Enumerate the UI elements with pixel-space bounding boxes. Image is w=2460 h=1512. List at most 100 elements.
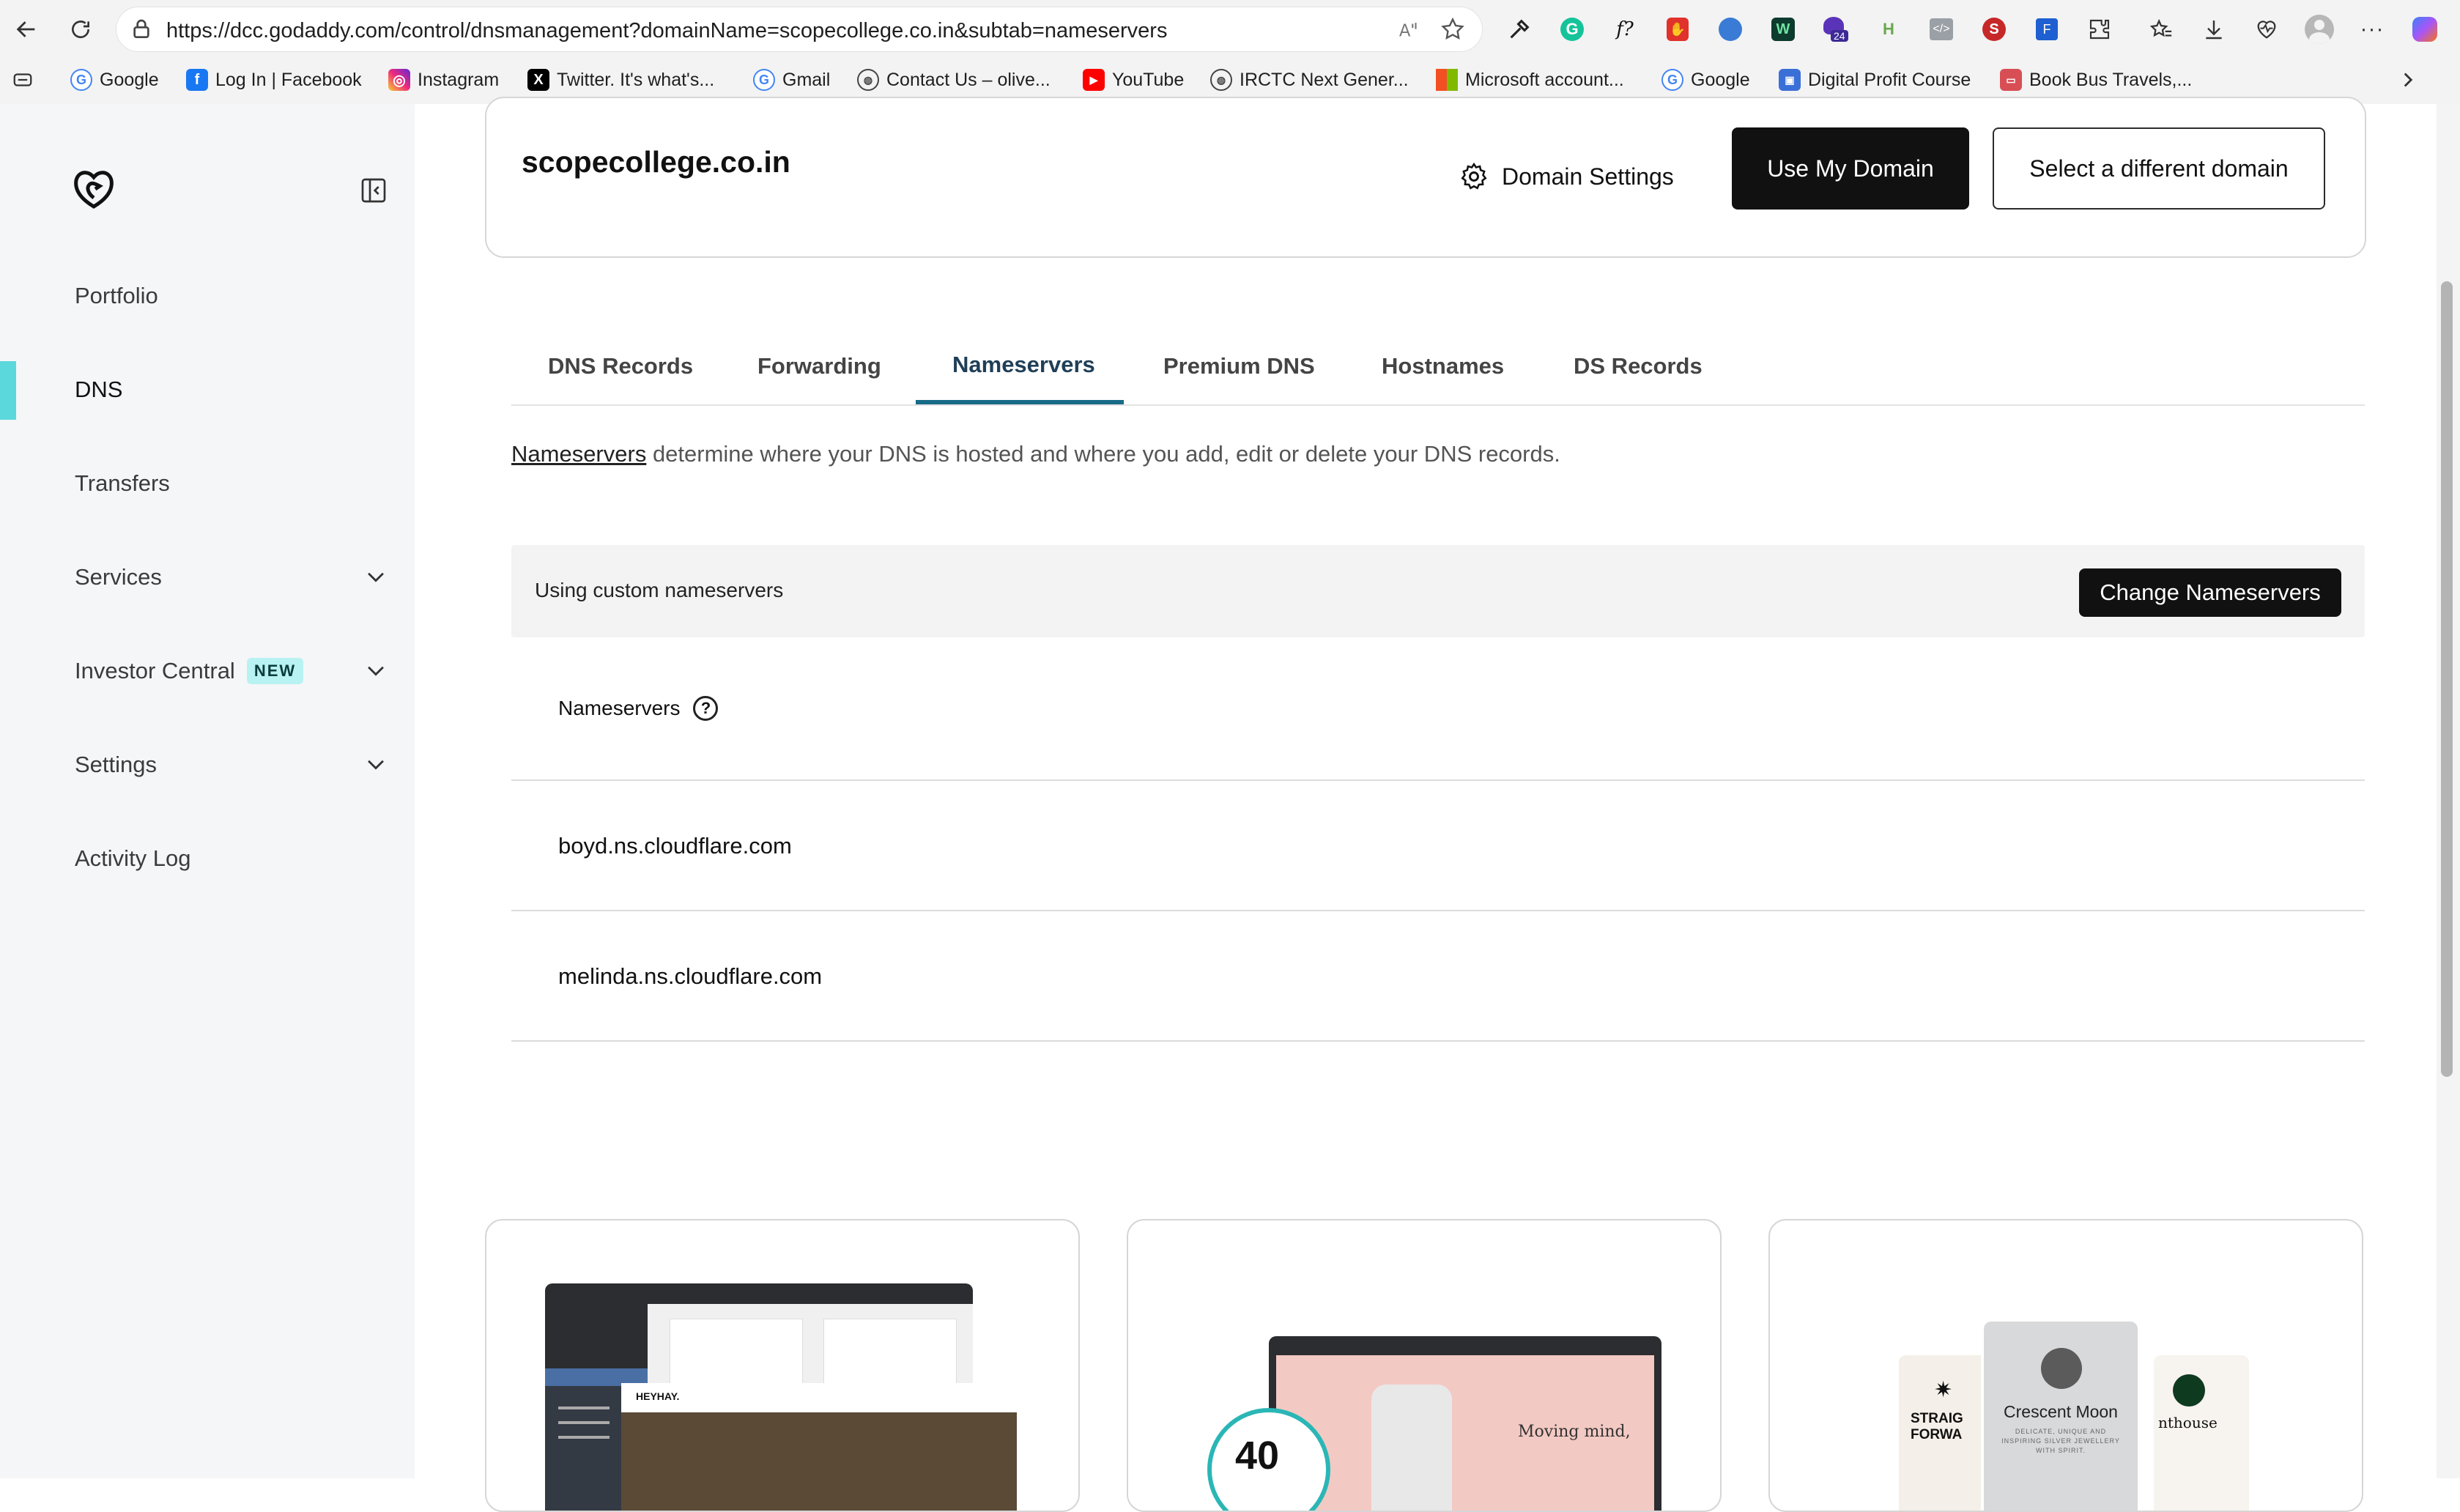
services-chevron-down-icon[interactable] [363,564,388,589]
seo-extension-icon[interactable]: S [1978,13,2010,45]
bookmark-contact-us[interactable]: ◍ Contact Us – olive... [857,66,1051,94]
microsoft-icon [1436,69,1458,91]
new-badge: NEW [246,658,304,684]
url-text: https://dcc.godaddy.com/control/dnsmanag… [166,19,1168,42]
select-different-domain-button[interactable]: Select a different domain [1993,127,2325,210]
bookmark-facebook[interactable]: f Log In | Facebook [186,66,362,94]
bookmark-youtube[interactable]: ▶ YouTube [1083,66,1184,94]
grammarly-extension-icon[interactable]: G [1556,13,1588,45]
sparkle-icon: ✷ [1934,1378,1953,1402]
reload-icon [72,21,90,39]
tab-dns-records[interactable]: DNS Records [548,353,693,379]
bookmark-irctc[interactable]: ◍ IRCTC Next Gener... [1210,66,1409,94]
bookmark-instagram[interactable]: ◎ Instagram [388,66,499,94]
profile-avatar-icon[interactable] [2303,13,2335,45]
domain-settings-button[interactable]: Domain Settings [1458,158,1674,195]
help-icon[interactable]: ? [693,696,719,721]
bookmark-book-bus[interactable]: ▭ Book Bus Travels,... [2000,66,2192,94]
page-scrollbar-thumb[interactable] [2441,281,2453,1077]
bookmark-gmail[interactable]: G Gmail [753,66,830,94]
change-nameservers-button[interactable]: Change Nameservers [2079,568,2341,617]
formula-extension-icon[interactable]: f? [1609,13,1641,45]
writer-extension-icon[interactable]: W [1767,13,1799,45]
google-icon: G [1661,69,1683,91]
extension-badge-count: 24 [1831,30,1848,42]
tab-nameservers[interactable]: Nameservers [952,352,1095,378]
bookmarks-overflow-chevron-icon[interactable] [2396,67,2420,92]
sidebar-item-portfolio[interactable]: Portfolio [75,283,158,309]
investor-central-chevron-down-icon[interactable] [363,658,388,683]
eyedropper-extension-icon[interactable] [1503,13,1535,45]
tab-ds-records[interactable]: DS Records [1574,353,1703,379]
promo-card-3[interactable]: ✷ STRAIG FORWA nthouse Crescent Moon DEL… [1768,1219,2363,1512]
promo-site-preview: HEYHAY. [621,1383,1017,1511]
globe-icon: ◍ [857,69,879,91]
promo-logo-icon [2173,1374,2205,1407]
promo-left-text: STRAIG FORWA [1911,1411,1963,1442]
bookmark-google-2[interactable]: G Google [1661,66,1750,94]
domain-card: scopecollege.co.in Domain Settings Use M… [485,97,2366,258]
use-my-domain-button[interactable]: Use My Domain [1732,127,1969,210]
bus-icon: ▭ [2000,69,2022,91]
divider [511,779,2365,781]
sidebar-item-services[interactable]: Services [75,564,162,590]
browser-toolbar: https://dcc.godaddy.com/control/dnsmanag… [0,0,2460,59]
read-aloud-icon[interactable]: A [1397,18,1422,42]
main-content: scopecollege.co.in Domain Settings Use M… [415,97,2437,1512]
godaddy-logo-icon[interactable] [72,168,116,210]
tab-forwarding[interactable]: Forwarding [757,353,881,379]
bookmark-twitter[interactable]: X Twitter. It's what's... [527,66,714,94]
bookmark-digital-profit[interactable]: ▣ Digital Profit Course [1779,66,1971,94]
more-options-icon[interactable]: ··· [2356,13,2388,45]
hashtag-extension-icon[interactable]: H [1872,13,1905,45]
tab-hostnames[interactable]: Hostnames [1382,353,1504,379]
extensions-puzzle-icon[interactable] [2083,13,2116,45]
reload-button[interactable] [62,10,100,48]
course-icon: ▣ [1779,69,1801,91]
nameservers-intro-text: determine where your DNS is hosted and w… [646,441,1560,467]
bookmark-google[interactable]: G Google [70,66,159,94]
adblock-extension-icon[interactable]: ✋ [1661,13,1694,45]
sidebar-item-dns[interactable]: DNS [75,377,122,403]
instagram-icon: ◎ [388,69,410,91]
form-extension-icon[interactable]: F [2031,13,2063,45]
badge-extension-icon[interactable]: 24 [1820,13,1852,45]
nameserver-status-band: Using custom nameservers Change Nameserv… [511,545,2365,637]
bookmark-microsoft[interactable]: Microsoft account... [1436,66,1624,94]
translate-extension-icon[interactable] [1714,13,1746,45]
sidebar-item-transfers[interactable]: Transfers [75,470,170,497]
downloads-icon[interactable] [2198,13,2230,45]
x-icon: X [527,69,549,91]
copilot-icon[interactable] [2409,13,2441,45]
back-button[interactable] [7,10,45,48]
promo-brand-label: HEYHAY. [636,1390,680,1402]
promo-tagline: Moving mind, [1518,1423,1631,1441]
promo-avatar [2041,1348,2082,1389]
lock-icon [133,19,149,38]
favorite-star-icon[interactable] [1440,16,1466,42]
active-nav-indicator [0,361,16,420]
tab-premium-dns[interactable]: Premium DNS [1163,353,1315,379]
back-arrow-icon [16,21,35,37]
favorites-icon[interactable] [2145,13,2177,45]
browser-essentials-icon[interactable] [2250,13,2283,45]
active-tab-underline [916,400,1124,404]
sidebar-item-settings[interactable]: Settings [75,752,157,778]
promo-card-1[interactable]: HEYHAY. [485,1219,1080,1512]
nameservers-link[interactable]: Nameservers [511,441,646,467]
reading-list-icon[interactable] [12,69,34,91]
promo-phone-subtitle: DELICATE, UNIQUE AND INSPIRING SILVER JE… [2001,1428,2120,1454]
google-icon: G [753,69,775,91]
sidebar-item-activity-log[interactable]: Activity Log [75,845,191,872]
address-bar[interactable]: https://dcc.godaddy.com/control/dnsmanag… [116,7,1483,52]
code-extension-icon[interactable]: </> [1925,13,1957,45]
sidebar-item-investor-central[interactable]: Investor Central NEW [75,658,304,684]
collapse-sidebar-button[interactable] [359,176,388,209]
settings-chevron-down-icon[interactable] [363,752,388,777]
nameserver-row-2: melinda.ns.cloudflare.com [558,963,823,989]
divider [511,910,2365,911]
promo-card-2[interactable]: Moving mind, 40 [1127,1219,1722,1512]
domain-name: scopecollege.co.in [522,145,790,179]
promo-phone-title: Crescent Moon [2004,1402,2118,1421]
sidebar: Portfolio DNS Transfers Services Investo… [0,104,415,1478]
